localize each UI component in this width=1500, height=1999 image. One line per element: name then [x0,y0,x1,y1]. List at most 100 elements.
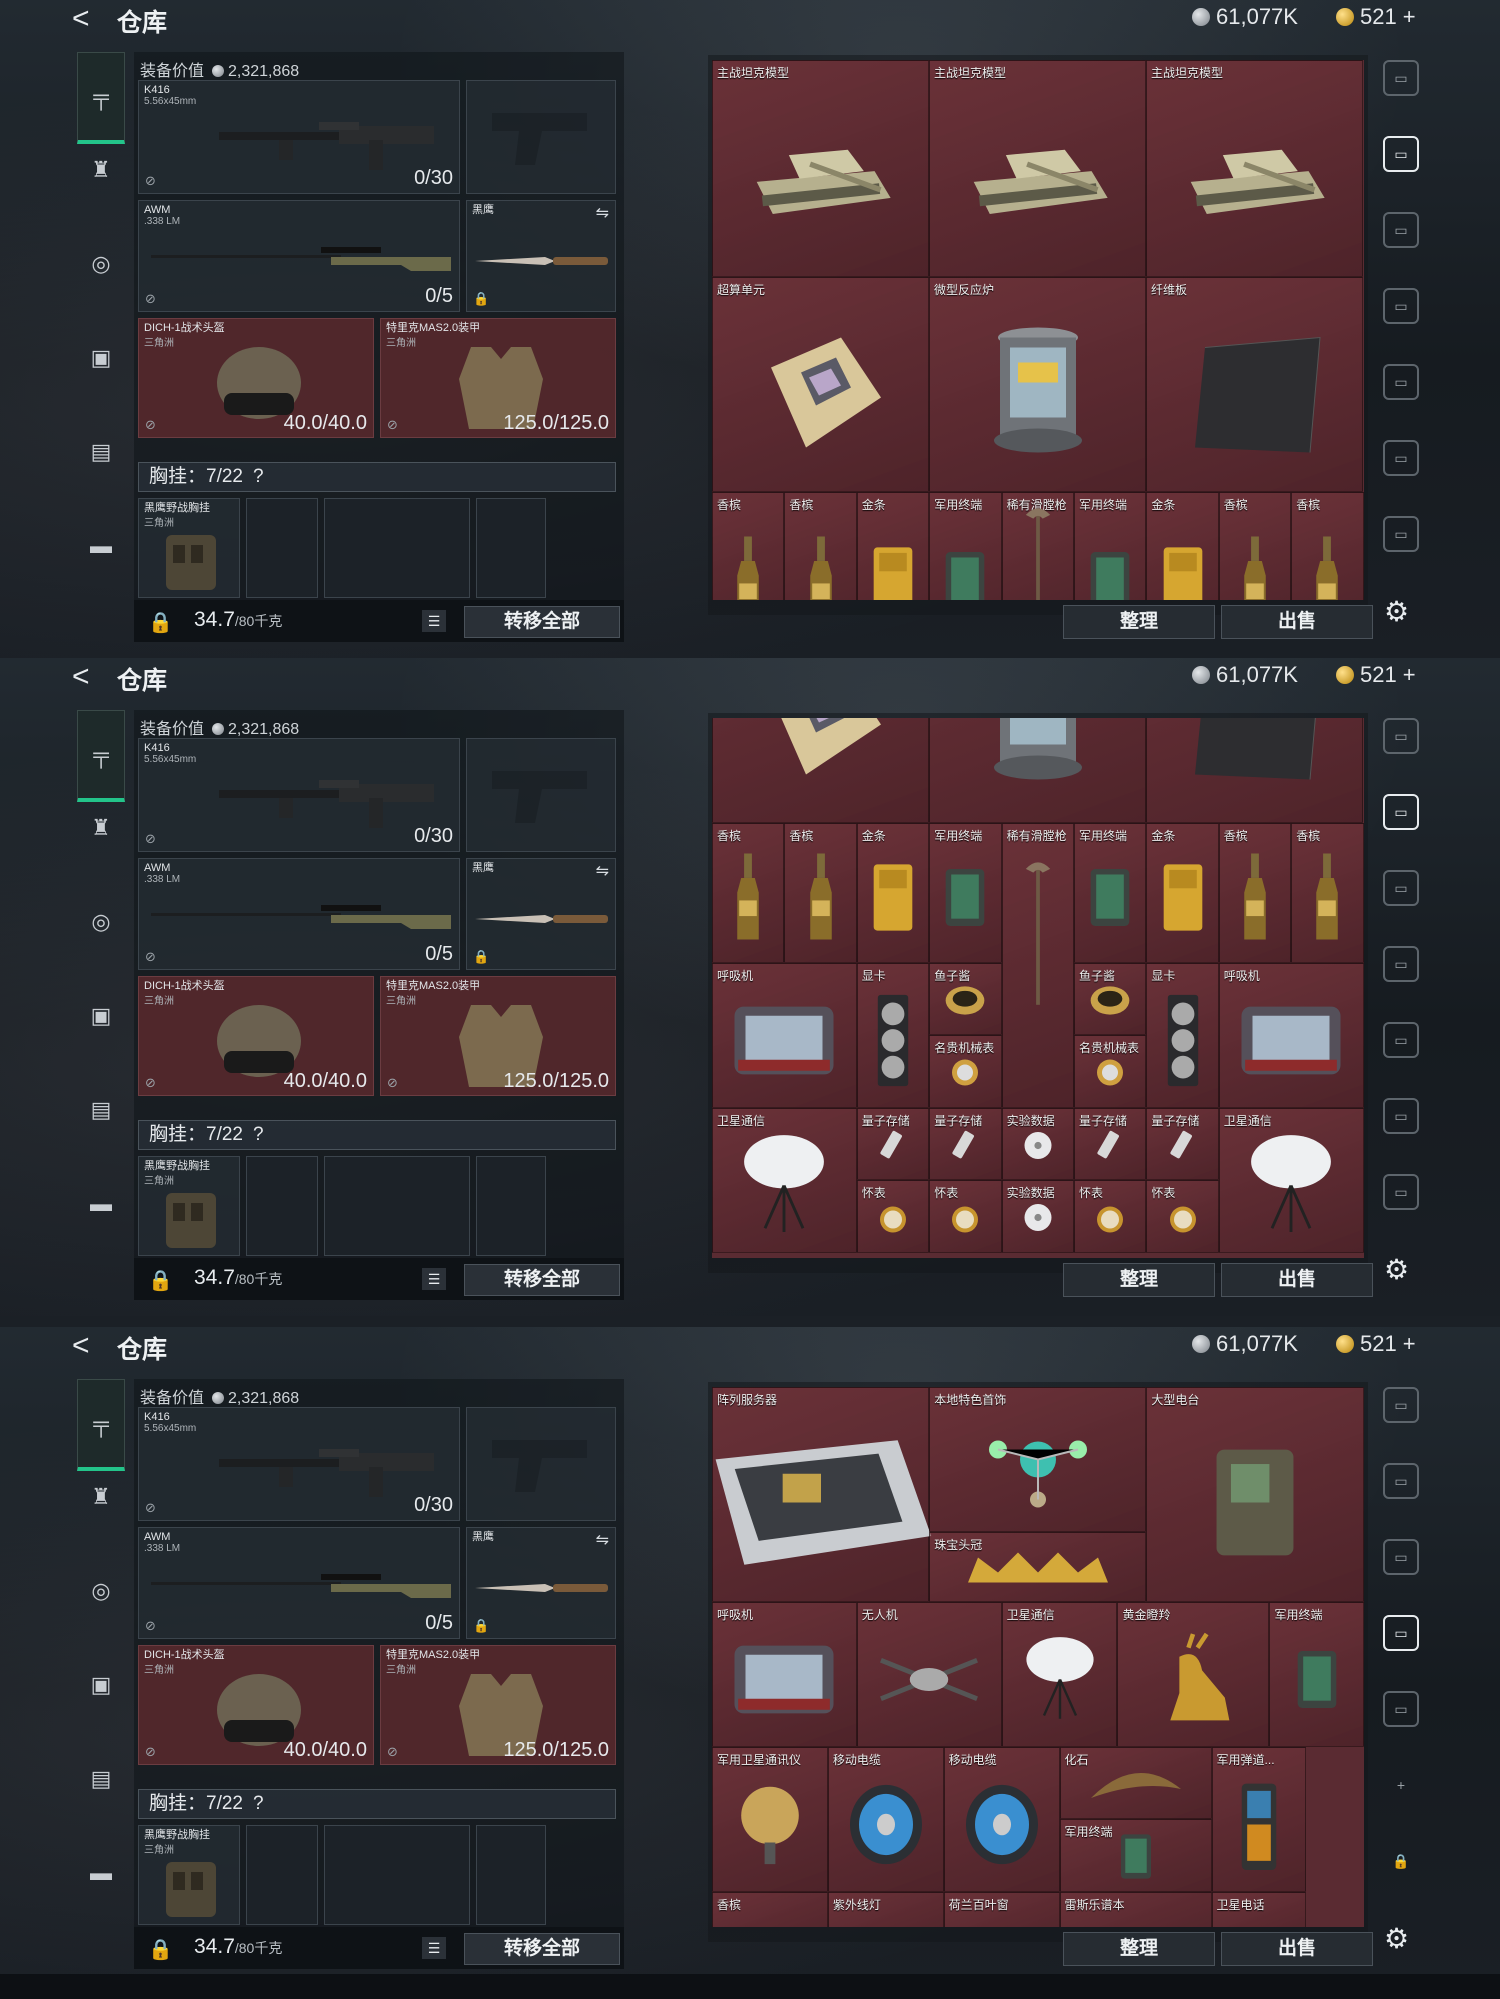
storage-item[interactable]: 怀表 [856,1180,930,1253]
chest-rig-pocket-2[interactable] [324,1825,470,1925]
transfer-all-button[interactable]: 转移全部 [464,606,620,638]
settings-gear-icon[interactable]: ⚙ [1384,1922,1409,1955]
warehouse-icon[interactable]: ▭ [1383,718,1419,754]
storage-item[interactable]: 香槟 [1218,492,1292,600]
chest-rig-pocket-3[interactable] [476,498,546,598]
storage-item[interactable]: 卫星电话 [1211,1892,1306,1927]
storage-page-add-icon[interactable]: ▭ [1383,1539,1419,1575]
backpack-tab-icon[interactable]: ▣ [77,1665,125,1705]
storage-item[interactable]: 呼吸机 [712,963,857,1108]
storage-item[interactable] [1146,718,1363,823]
storage-item[interactable]: 香槟 [712,823,785,963]
armor-slot[interactable]: 特里克MAS2.0装甲 三角洲 ⊘ 125.0/125.0 [380,318,616,438]
storage-item[interactable]: 怀表 [1074,1180,1147,1253]
storage-page-5-icon[interactable]: ▭ [1383,516,1419,552]
list-view-icon[interactable]: ☰ [422,1268,446,1290]
storage-item[interactable]: 军用终端 [1269,1602,1364,1747]
storage-page-5-icon[interactable]: ▭ [1383,1174,1419,1210]
storage-page-add-icon[interactable]: ▭ [1383,1022,1419,1058]
chest-rig-slot[interactable]: 黑鹰野战胸挂 三角洲 [138,1156,240,1256]
armor-slot[interactable]: 特里克MAS2.0装甲 三角洲 ⊘ 125.0/125.0 [380,1645,616,1765]
primary-weapon-slot[interactable]: K416 5.56x45mm ⊘ 0/30 [138,80,460,194]
storage-item[interactable]: 量子存储 [856,1108,930,1180]
storage-item[interactable]: 本地特色首饰 [929,1387,1147,1532]
secondary-weapon-slot[interactable]: AWM .338 LM ⊘ 0/5 [138,858,460,970]
storage-page-3-icon[interactable]: ▭ [1383,946,1419,982]
storage-item[interactable]: 军用弹道... [1211,1747,1306,1892]
lock-icon[interactable]: 🔒 [148,1937,173,1962]
gold-currency[interactable]: 521 + [1336,1331,1416,1357]
storage-item[interactable]: 实验数据 [1001,1108,1074,1180]
storage-page-5-icon[interactable]: ▭ [1383,1691,1419,1727]
swap-icon[interactable]: ⇋ [596,203,609,223]
storage-item[interactable]: 雷斯乐谱本 [1059,1892,1212,1927]
storage-item[interactable]: 大型电台 [1146,1387,1364,1602]
add-gold-icon[interactable]: + [1403,4,1416,30]
storage-item[interactable] [712,718,929,823]
storage-item[interactable]: 金条 [856,492,930,600]
storage-item[interactable]: 主战坦克模型 [712,60,929,277]
storage-item[interactable]: 实验数据 [1001,1180,1074,1253]
sort-button[interactable]: 整理 [1063,605,1215,639]
case-tab-icon[interactable]: ▬ [77,526,125,566]
back-arrow-icon[interactable]: < [72,1331,90,1361]
storage-item[interactable]: 珠宝头冠 [929,1532,1147,1602]
list-view-icon[interactable]: ☰ [422,610,446,632]
pistol-slot[interactable] [466,1407,616,1521]
storage-item[interactable]: 荷兰百叶窗 [943,1892,1060,1927]
sell-button[interactable]: 出售 [1221,1932,1373,1966]
sell-button[interactable]: 出售 [1221,605,1373,639]
storage-item[interactable]: 黄金瞪羚 [1117,1602,1270,1747]
storage-item[interactable]: 怀表 [1146,1180,1219,1253]
chest-rig-capacity-bar[interactable]: 胸挂：7/22? [138,462,616,492]
storage-item[interactable]: 军用终端 [1074,823,1147,963]
help-icon[interactable]: ? [253,1790,264,1818]
swap-icon[interactable]: ⇋ [596,1530,609,1550]
storage-item[interactable]: 稀有滑膛枪 [1001,823,1074,1108]
primary-weapon-slot[interactable]: K416 5.56x45mm ⊘ 0/30 [138,1407,460,1521]
storage-page-2-icon[interactable]: ▭ [1383,212,1419,248]
pistol-slot[interactable] [466,80,616,194]
storage-item[interactable]: 军用终端 [929,492,1002,600]
storage-page-4-icon[interactable]: ▭ [1383,440,1419,476]
chest-rig-pocket-2[interactable] [324,1156,470,1256]
settings-gear-icon[interactable]: ⚙ [1384,1253,1409,1286]
storage-item[interactable]: 金条 [1146,492,1219,600]
storage-item[interactable]: 军用卫星通讯仪 [712,1747,828,1892]
primary-weapon-slot[interactable]: K416 5.56x45mm ⊘ 0/30 [138,738,460,852]
storage-item[interactable] [929,718,1146,823]
case-tab-icon[interactable]: ▬ [77,1853,125,1893]
helmet-tab-icon[interactable]: ◎ [77,244,125,284]
add-icon[interactable]: + [1383,1767,1419,1803]
gold-currency[interactable]: 521 + [1336,662,1416,688]
storage-item[interactable]: 香槟 [1291,823,1364,963]
storage-page-3-icon[interactable]: ▭ [1383,288,1419,324]
helmet-tab-icon[interactable]: ◎ [77,902,125,942]
storage-item[interactable]: 显卡 [1146,963,1219,1108]
chest-rig-tab-icon[interactable]: ▤ [77,432,125,472]
backpack-tab-icon[interactable]: ▣ [77,996,125,1036]
storage-item[interactable]: 微型反应炉 [929,277,1146,492]
storage-item[interactable]: 超算单元 [712,277,929,492]
chest-rig-pocket-1[interactable] [246,498,318,598]
chest-rig-tab-icon[interactable]: ▤ [77,1090,125,1130]
storage-item[interactable]: 香槟 [1218,823,1292,963]
storage-item[interactable]: 纤维板 [1146,277,1363,492]
secondary-weapon-slot[interactable]: AWM .338 LM ⊘ 0/5 [138,1527,460,1639]
storage-item[interactable]: 主战坦克模型 [929,60,1146,277]
storage-item[interactable]: 主战坦克模型 [1146,60,1363,277]
storage-item[interactable]: 卫星通信 [1218,1108,1364,1253]
melee-slot[interactable]: 黑鹰 ⇋ 🔒 [466,858,616,970]
backpack-tab-icon[interactable]: ▣ [77,338,125,378]
chest-rig-capacity-bar[interactable]: 胸挂：7/22? [138,1120,616,1150]
chest-rig-pocket-3[interactable] [476,1825,546,1925]
storage-item[interactable]: 军用终端 [929,823,1002,963]
melee-slot[interactable]: 黑鹰 ⇋ 🔒 [466,1527,616,1639]
warehouse-icon[interactable]: ▭ [1383,60,1419,96]
back-arrow-icon[interactable]: < [72,4,90,34]
helmet-slot[interactable]: DICH-1战术头盔 三角洲 ⊘ 40.0/40.0 [138,976,374,1096]
storage-item[interactable]: 显卡 [856,963,930,1108]
helmet-slot[interactable]: DICH-1战术头盔 三角洲 ⊘ 40.0/40.0 [138,318,374,438]
swap-icon[interactable]: ⇋ [596,861,609,881]
storage-item[interactable]: 呼吸机 [1218,963,1364,1108]
